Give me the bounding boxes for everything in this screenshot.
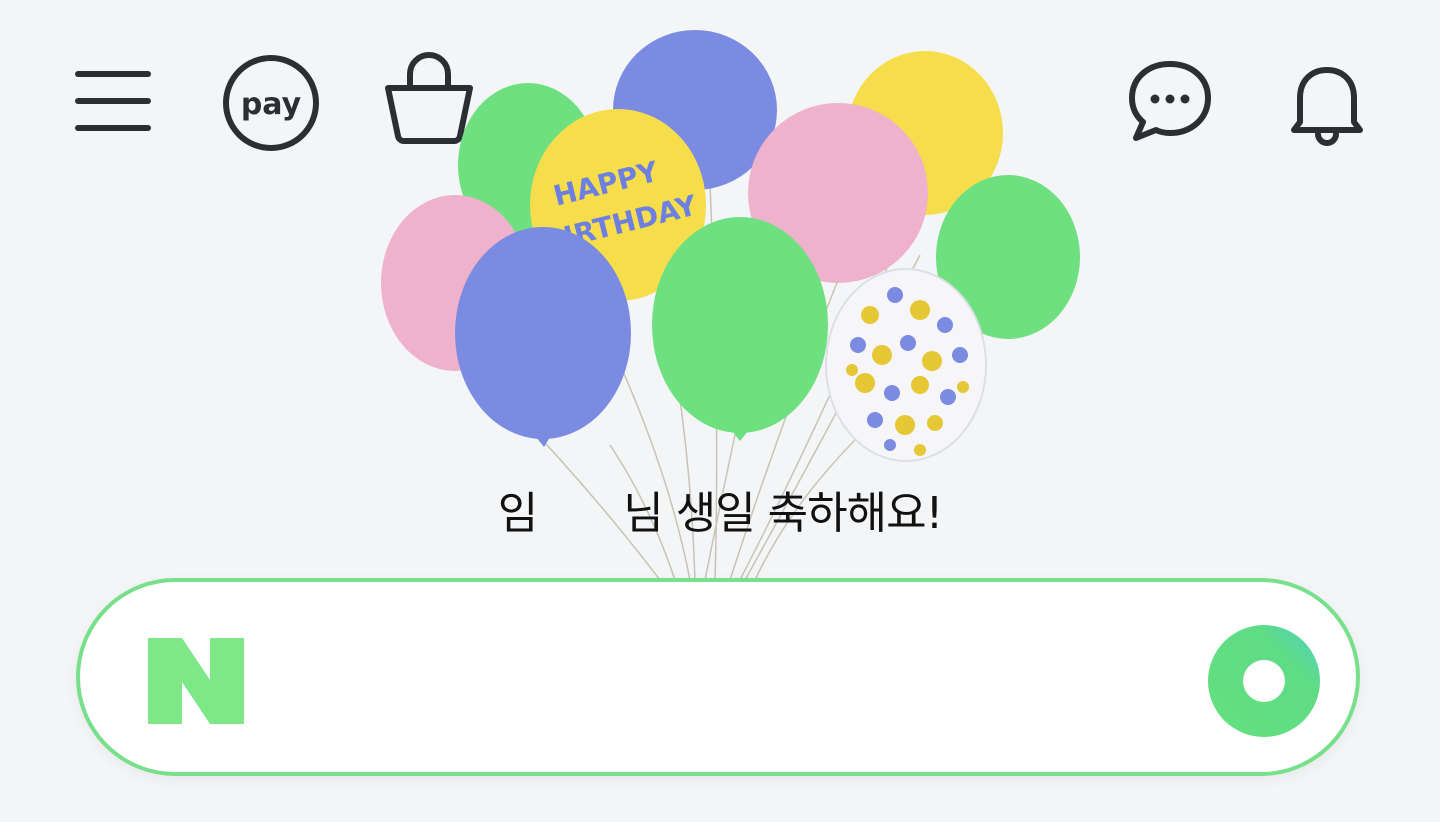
talk-button[interactable]: [1124, 58, 1216, 144]
search-input[interactable]: [280, 632, 1144, 730]
bell-icon: [1291, 67, 1363, 146]
smart-lens-button[interactable]: [1208, 625, 1320, 737]
search-bar[interactable]: [76, 578, 1360, 776]
green-dot-icon: [1208, 625, 1320, 737]
pay-button[interactable]: pay: [220, 54, 322, 152]
menu-icon: [75, 71, 151, 131]
greeting-message: 님 생일 축하해요!: [623, 488, 943, 539]
pay-label: pay: [241, 87, 302, 122]
menu-button[interactable]: [72, 66, 154, 136]
chat-icon: [1129, 61, 1211, 141]
notification-button[interactable]: [1284, 60, 1370, 146]
pay-icon: pay: [223, 55, 319, 151]
birthday-greeting: 임 님 생일 축하해요!: [0, 482, 1440, 546]
naver-logo-icon: [148, 638, 244, 724]
greeting-name-prefix: 임: [497, 488, 538, 539]
